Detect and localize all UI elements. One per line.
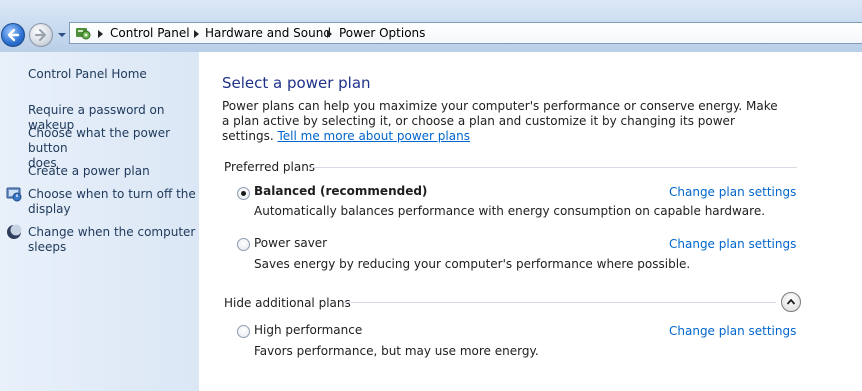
control-panel-home-link[interactable]: Control Panel Home xyxy=(28,67,198,82)
task-pane: Control Panel Home Require a password on… xyxy=(0,52,199,391)
balanced-plan-name[interactable]: Balanced (recommended) xyxy=(254,184,427,198)
back-arrow-icon xyxy=(7,28,20,42)
breadcrumb-separator[interactable] xyxy=(327,30,332,38)
forward-button[interactable] xyxy=(29,23,53,47)
group-divider xyxy=(344,302,776,303)
power-icon xyxy=(6,187,22,202)
address-bar[interactable]: Control Panel Hardware and Sound Power O… xyxy=(69,22,862,44)
main-content: Select a power plan Power plans can help… xyxy=(199,52,862,391)
page-title: Select a power plan xyxy=(222,74,371,92)
power-saver-radio[interactable] xyxy=(237,238,250,251)
navigation-bar: Control Panel Hardware and Sound Power O… xyxy=(0,0,862,52)
power-saver-plan-name[interactable]: Power saver xyxy=(254,236,327,250)
page-description: Power plans can help you maximize your c… xyxy=(222,99,778,143)
high-performance-plan-name[interactable]: High performance xyxy=(254,323,362,337)
chevron-down-icon[interactable] xyxy=(57,31,67,39)
high-performance-radio[interactable] xyxy=(237,325,250,338)
balanced-radio[interactable] xyxy=(237,187,250,200)
forward-arrow-icon xyxy=(34,28,47,42)
tell-me-more-link[interactable]: Tell me more about power plans xyxy=(278,129,470,143)
turn-off-display-link[interactable]: Choose when to turn off the display xyxy=(28,187,198,217)
collapse-plans-button[interactable] xyxy=(781,292,801,312)
hide-additional-plans-label[interactable]: Hide additional plans xyxy=(224,296,351,310)
high-performance-plan-description: Favors performance, but may use more ene… xyxy=(254,344,539,358)
breadcrumb-control-panel[interactable]: Control Panel xyxy=(110,26,190,40)
balanced-plan-description: Automatically balances performance with … xyxy=(254,204,766,218)
breadcrumb-power-options[interactable]: Power Options xyxy=(339,26,425,40)
power-saver-change-settings-link[interactable]: Change plan settings xyxy=(669,237,796,251)
preferred-plans-label: Preferred plans xyxy=(224,160,316,174)
chevron-up-icon xyxy=(786,298,796,305)
breadcrumb-hardware-and-sound[interactable]: Hardware and Sound xyxy=(205,26,331,40)
high-performance-change-settings-link[interactable]: Change plan settings xyxy=(669,324,796,338)
balanced-change-settings-link[interactable]: Change plan settings xyxy=(669,185,796,199)
computer-sleeps-link[interactable]: Change when the computer sleeps xyxy=(28,225,198,255)
group-divider xyxy=(311,167,797,168)
breadcrumb-separator[interactable] xyxy=(194,30,199,38)
control-panel-icon xyxy=(76,28,91,40)
power-saver-plan-description: Saves energy by reducing your computer's… xyxy=(254,257,691,271)
back-button[interactable] xyxy=(1,23,25,47)
moon-icon xyxy=(7,224,22,239)
breadcrumb-separator[interactable] xyxy=(98,30,103,38)
create-power-plan-link[interactable]: Create a power plan xyxy=(28,164,198,179)
